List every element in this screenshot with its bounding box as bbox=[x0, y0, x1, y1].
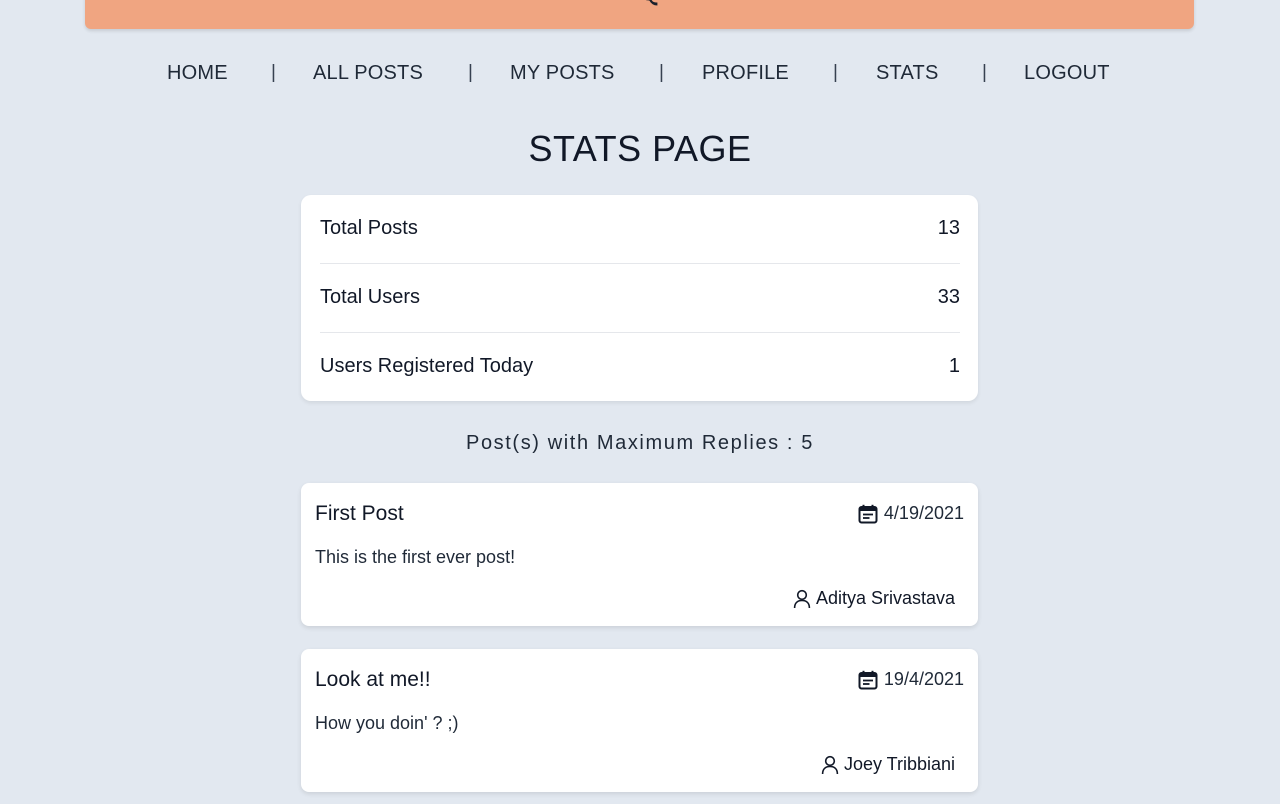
stat-value: 33 bbox=[937, 286, 960, 308]
main-nav: HOME | ALL POSTS | MY POSTS | PROFILE | … bbox=[0, 58, 1280, 88]
stats-card: Total Posts 13 Total Users 33 Users Regi… bbox=[301, 195, 978, 401]
post-title[interactable]: First Post bbox=[315, 502, 404, 526]
post-date-text: 19/4/2021 bbox=[883, 669, 964, 689]
nav-logout[interactable]: LOGOUT bbox=[1024, 62, 1110, 85]
post-body: This is the first ever post! bbox=[315, 547, 516, 567]
user-icon bbox=[821, 755, 839, 775]
logo-fragment: Q bbox=[635, 0, 663, 6]
max-replies-heading: Post(s) with Maximum Replies : 5 bbox=[466, 432, 814, 454]
nav-home[interactable]: HOME bbox=[167, 62, 228, 85]
header-bar: Q bbox=[85, 0, 1194, 29]
stat-value: 1 bbox=[948, 355, 960, 377]
post-card[interactable]: Look at me!! 19/4/2021 How you doin' ? ;… bbox=[301, 649, 978, 792]
nav-profile[interactable]: PROFILE bbox=[702, 62, 789, 85]
post-author-name[interactable]: Aditya Srivastava bbox=[816, 588, 955, 609]
post-card[interactable]: First Post 4/19/2021 This is the first e… bbox=[301, 483, 978, 626]
nav-my-posts[interactable]: MY POSTS bbox=[510, 62, 615, 85]
stat-row-users-registered-today: Users Registered Today 1 bbox=[320, 333, 960, 402]
post-date: 4/19/2021 bbox=[858, 503, 964, 524]
post-author-name[interactable]: Joey Tribbiani bbox=[844, 754, 955, 775]
nav-separator: | bbox=[271, 62, 276, 83]
stat-value: 13 bbox=[937, 217, 960, 239]
calendar-icon bbox=[858, 504, 878, 524]
post-body: How you doin' ? ;) bbox=[315, 713, 459, 733]
post-author: Joey Tribbiani bbox=[821, 754, 955, 775]
page-title: STATS PAGE bbox=[528, 128, 752, 169]
stat-label: Total Users bbox=[320, 286, 421, 308]
post-date-text: 4/19/2021 bbox=[883, 503, 964, 523]
post-author: Aditya Srivastava bbox=[793, 588, 955, 609]
nav-all-posts[interactable]: ALL POSTS bbox=[313, 62, 423, 85]
calendar-icon bbox=[858, 670, 878, 690]
stat-label: Total Posts bbox=[320, 217, 418, 239]
stat-label: Users Registered Today bbox=[320, 355, 534, 377]
post-date: 19/4/2021 bbox=[858, 669, 964, 690]
nav-separator: | bbox=[833, 62, 838, 83]
stat-row-total-users: Total Users 33 bbox=[320, 264, 960, 333]
nav-stats[interactable]: STATS bbox=[876, 62, 938, 85]
nav-separator: | bbox=[659, 62, 664, 83]
nav-separator: | bbox=[982, 62, 987, 83]
user-icon bbox=[793, 589, 811, 609]
stat-row-total-posts: Total Posts 13 bbox=[320, 195, 960, 264]
post-title[interactable]: Look at me!! bbox=[315, 668, 431, 692]
nav-separator: | bbox=[468, 62, 473, 83]
